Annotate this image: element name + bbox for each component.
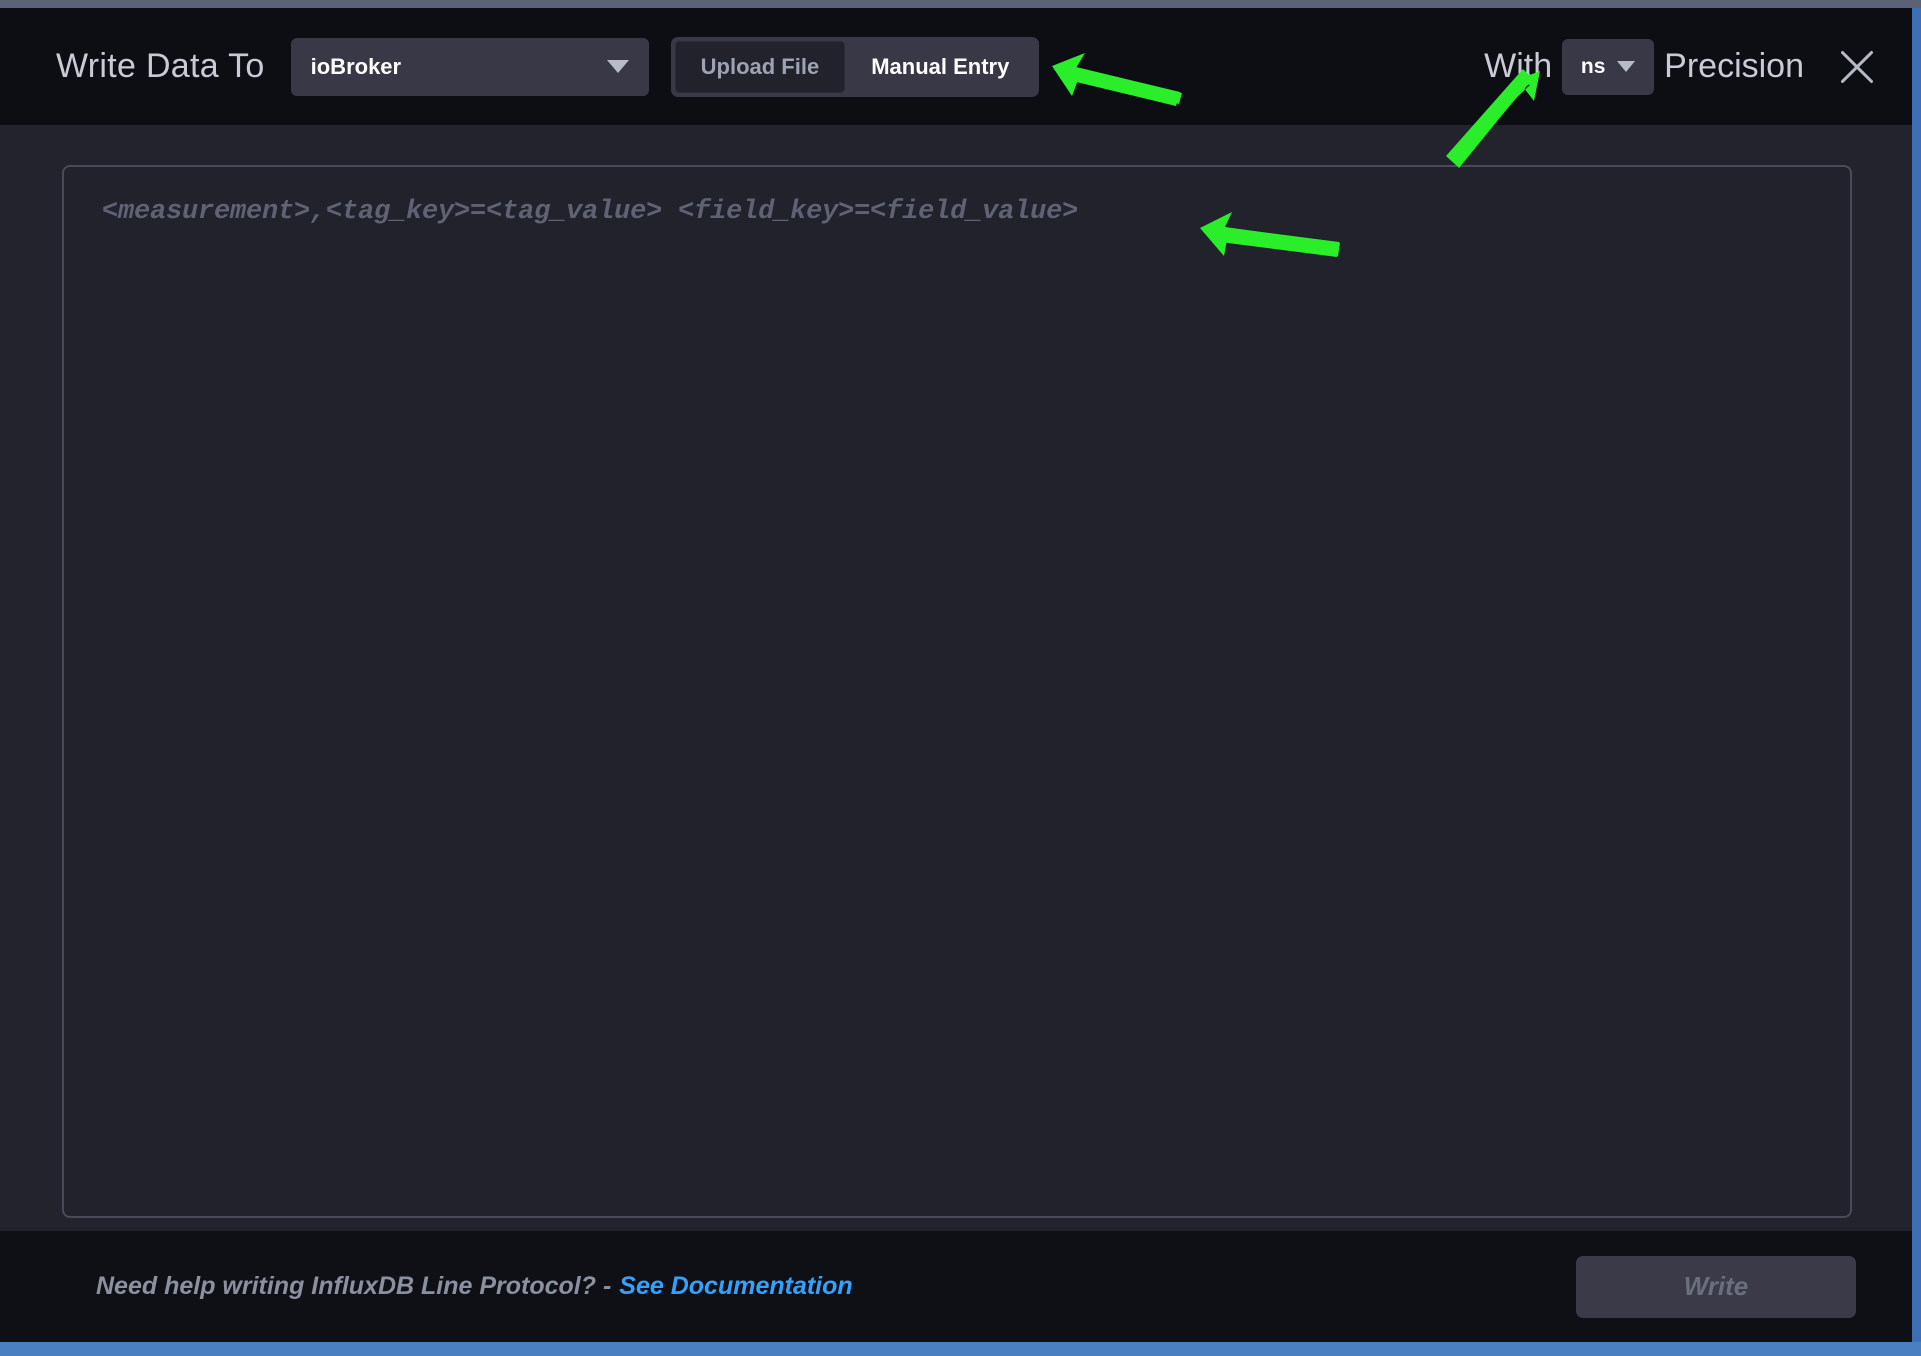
precision-label: Precision — [1664, 47, 1804, 86]
precision-select[interactable]: ns — [1562, 39, 1654, 95]
bucket-select[interactable]: ioBroker — [291, 38, 649, 96]
window-bottom-strip — [0, 1342, 1921, 1356]
precision-group: With ns Precision — [1484, 39, 1884, 95]
modal-footer: Need help writing InfluxDB Line Protocol… — [0, 1231, 1912, 1342]
help-text: Need help writing InfluxDB Line Protocol… — [96, 1272, 611, 1301]
page-title: Write Data To — [56, 47, 265, 86]
window-right-strip — [1912, 8, 1921, 1348]
input-mode-toggle: Upload File Manual Entry — [671, 37, 1040, 97]
modal-header: Write Data To ioBroker Upload File Manua… — [0, 8, 1912, 125]
tab-manual-entry[interactable]: Manual Entry — [845, 41, 1035, 93]
line-protocol-placeholder: <measurement>,<tag_key>=<tag_value> <fie… — [102, 197, 1812, 227]
close-icon[interactable] — [1830, 40, 1884, 94]
window-top-strip — [0, 0, 1921, 8]
bucket-select-value: ioBroker — [311, 54, 607, 80]
chevron-down-icon — [1617, 61, 1635, 72]
line-protocol-editor[interactable]: <measurement>,<tag_key>=<tag_value> <fie… — [62, 165, 1852, 1218]
with-label: With — [1484, 47, 1552, 86]
tab-upload-file[interactable]: Upload File — [675, 41, 846, 93]
precision-select-value: ns — [1581, 55, 1606, 79]
chevron-down-icon — [607, 60, 629, 73]
write-button[interactable]: Write — [1576, 1256, 1856, 1318]
see-documentation-link[interactable]: See Documentation — [619, 1272, 852, 1301]
modal-body: <measurement>,<tag_key>=<tag_value> <fie… — [0, 125, 1912, 1231]
write-data-modal: Write Data To ioBroker Upload File Manua… — [0, 0, 1921, 1356]
